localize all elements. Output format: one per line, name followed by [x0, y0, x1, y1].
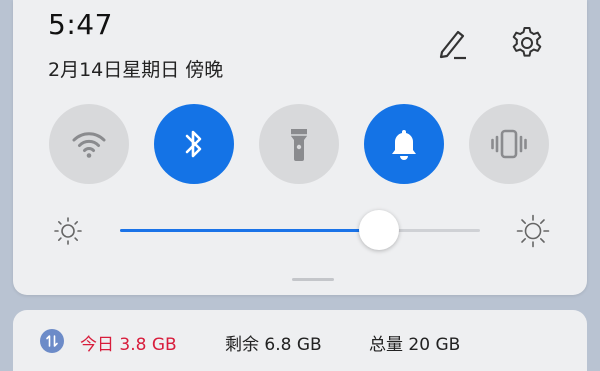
flashlight-toggle[interactable]	[259, 104, 339, 184]
brightness-thumb[interactable]	[359, 210, 400, 250]
wifi-toggle[interactable]	[49, 104, 129, 184]
usage-remaining: 剩余 6.8 GB	[225, 335, 322, 355]
wifi-icon	[72, 132, 106, 158]
flashlight-icon	[291, 129, 307, 161]
brightness-slider[interactable]	[120, 210, 480, 250]
clock: 5:47	[48, 8, 113, 41]
data-transfer-icon	[40, 329, 64, 353]
bell-icon	[392, 130, 416, 160]
brightness-low-icon	[51, 214, 85, 248]
brightness-high-icon	[516, 214, 550, 248]
panel-drag-handle[interactable]	[292, 278, 334, 281]
data-usage-bar[interactable]: 今日 3.8 GB 剩余 6.8 GB 总量 20 GB	[13, 310, 587, 371]
vibrate-toggle[interactable]	[469, 104, 549, 184]
bluetooth-icon	[185, 130, 202, 158]
edit-icon[interactable]	[431, 22, 473, 64]
sound-toggle[interactable]	[364, 104, 444, 184]
bluetooth-toggle[interactable]	[154, 104, 234, 184]
quick-settings-panel: 5:47 2月14日星期日 傍晚	[13, 0, 587, 295]
vibrate-icon	[491, 129, 527, 159]
usage-total: 总量 20 GB	[369, 335, 461, 355]
date-label: 2月14日星期日 傍晚	[48, 59, 224, 81]
gear-icon[interactable]	[506, 22, 548, 64]
usage-today: 今日 3.8 GB	[80, 335, 177, 355]
brightness-fill	[120, 229, 380, 232]
